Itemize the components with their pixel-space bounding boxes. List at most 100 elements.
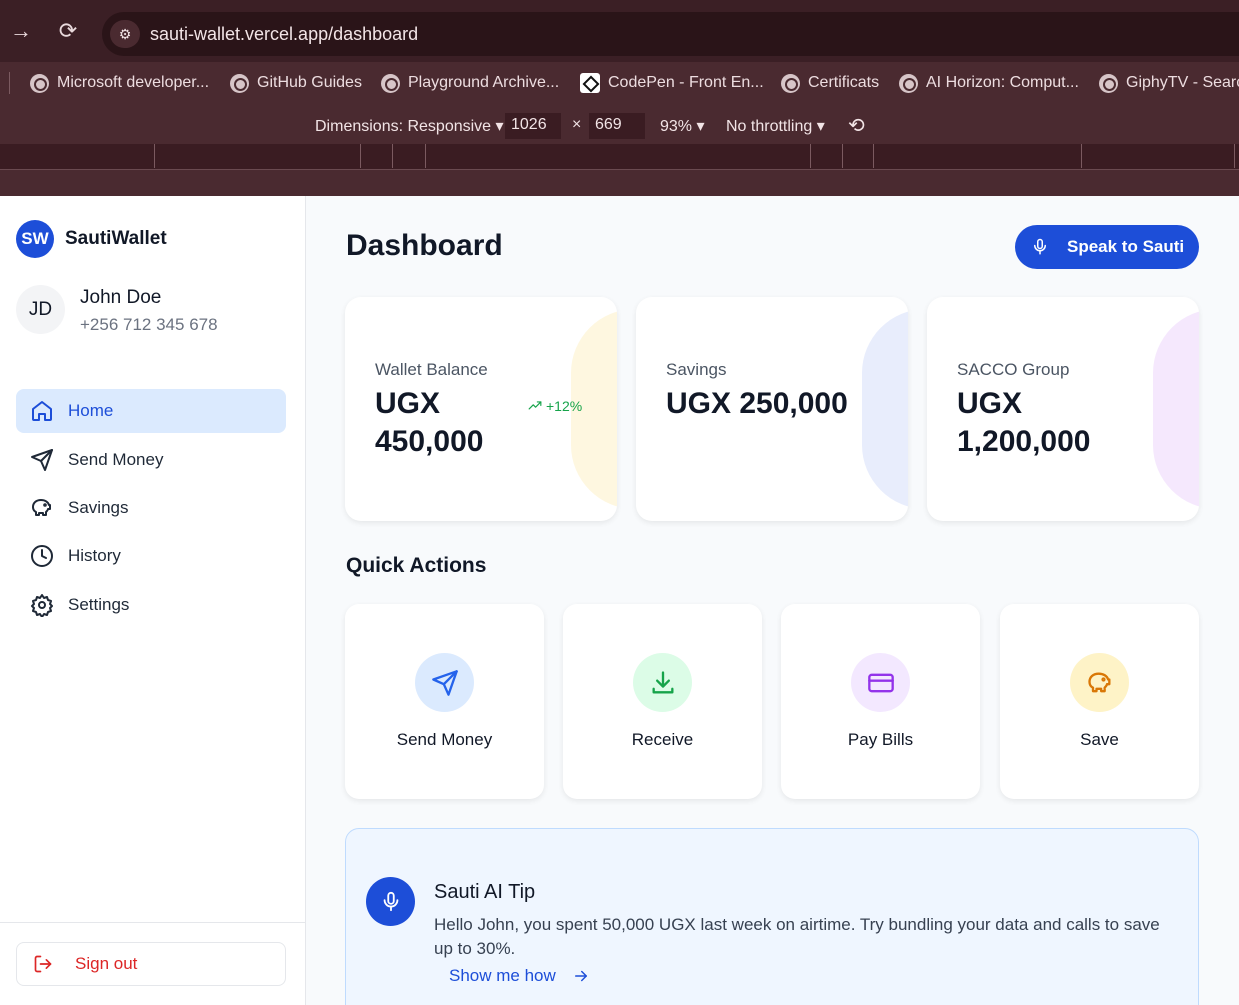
log-out-icon <box>34 955 52 973</box>
sidebar-item-label: History <box>68 546 121 565</box>
trend-badge: +12% <box>528 398 582 414</box>
savings-card[interactable]: Savings UGX 250,000 <box>636 297 908 521</box>
quick-action-send-money[interactable]: Send Money <box>345 604 544 799</box>
quick-action-receive[interactable]: Receive <box>563 604 762 799</box>
zoom-select[interactable]: 93% ▾ <box>660 116 705 136</box>
sidebar-item-history[interactable]: History <box>16 534 286 578</box>
card-decoration <box>1153 309 1199 509</box>
gear-icon <box>31 594 53 617</box>
bookmarks-bar: Microsoft developer... GitHub Guides Pla… <box>0 62 1239 104</box>
bookmark-item[interactable]: Certificats <box>781 72 879 94</box>
globe-icon <box>899 73 918 93</box>
globe-icon <box>30 73 49 93</box>
sidebar: SW SautiWallet JD John Doe +256 712 345 … <box>0 196 306 1005</box>
tip-text: Hello John, you spent 50,000 UGX last we… <box>434 915 1160 958</box>
quick-actions-title: Quick Actions <box>346 554 487 577</box>
globe-icon <box>1099 73 1118 93</box>
speak-to-sauti-button[interactable]: Speak to Sauti <box>1015 225 1199 269</box>
card-value: UGX 250,000 <box>666 387 848 420</box>
ruler-tick <box>873 144 874 168</box>
quick-action-label: Pay Bills <box>847 730 914 749</box>
arrow-right-icon <box>574 970 587 982</box>
sacco-group-card[interactable]: SACCO Group UGX 1,200,000 <box>927 297 1199 521</box>
card-value: UGX 450,000 <box>375 387 484 458</box>
brand-name: SautiWallet <box>65 228 167 249</box>
chevron-down-icon: ▾ <box>495 118 504 135</box>
forward-icon[interactable]: → <box>8 18 34 44</box>
throttling-select[interactable]: No throttling ▾ <box>726 116 825 136</box>
ai-tip-panel: Sauti AI Tip Hello John, you spent 50,00… <box>345 828 1199 1005</box>
browser-chrome: → ⟳ ⚙ sauti-wallet.vercel.app/dashboard … <box>0 0 1239 196</box>
address-bar-row: → ⟳ ⚙ sauti-wallet.vercel.app/dashboard <box>0 0 1239 62</box>
rotate-icon[interactable]: ⟲ <box>848 113 865 138</box>
quick-action-label: Receive <box>631 730 694 749</box>
quick-action-pay-bills[interactable]: Pay Bills <box>781 604 980 799</box>
sidebar-item-home[interactable]: Home <box>16 389 286 433</box>
address-bar[interactable]: ⚙ sauti-wallet.vercel.app/dashboard <box>102 12 1239 56</box>
sidebar-item-label: Settings <box>68 595 130 614</box>
sidebar-divider <box>0 922 305 923</box>
ruler-tick <box>1234 144 1235 168</box>
user-phone: +256 712 345 678 <box>80 315 218 334</box>
card-label: SACCO Group <box>957 360 1070 379</box>
ruler-tick <box>392 144 393 168</box>
bookmark-item[interactable]: Microsoft developer... <box>30 72 209 94</box>
tip-title: Sauti AI Tip <box>434 881 536 903</box>
bookmark-item[interactable]: GiphyTV - Searc <box>1099 72 1239 94</box>
globe-icon <box>781 73 800 93</box>
globe-icon <box>230 73 249 93</box>
app-logo[interactable]: SW <box>16 220 54 258</box>
piggy-bank-icon <box>1070 653 1129 712</box>
url-text[interactable]: sauti-wallet.vercel.app/dashboard <box>150 24 418 45</box>
chevron-down-icon: ▾ <box>816 118 825 135</box>
quick-action-save[interactable]: Save <box>1000 604 1199 799</box>
ruler-tick <box>1081 144 1082 168</box>
device-toolbar: Dimensions: Responsive ▾ 1026 × 669 93% … <box>0 104 1239 144</box>
bookmark-item[interactable]: CodePen - Front En... <box>580 72 764 94</box>
height-input[interactable]: 669 <box>589 113 645 139</box>
sidebar-item-send-money[interactable]: Send Money <box>16 438 286 482</box>
bookmark-item[interactable]: Playground Archive... <box>381 72 559 94</box>
media-query-ruler <box>0 144 1239 170</box>
credit-card-icon <box>851 653 910 712</box>
reload-icon[interactable]: ⟳ <box>55 18 81 44</box>
sidebar-item-label: Send Money <box>68 450 164 469</box>
sidebar-item-label: Savings <box>68 498 129 517</box>
download-icon <box>633 653 692 712</box>
ruler-tick <box>360 144 361 168</box>
ruler-tick <box>842 144 843 168</box>
show-me-how-link[interactable]: Show me how <box>449 966 590 986</box>
ruler-tick <box>154 144 155 168</box>
app-viewport: SW SautiWallet JD John Doe +256 712 345 … <box>0 196 1239 1005</box>
width-input[interactable]: 1026 <box>505 113 561 139</box>
sign-out-button[interactable]: Sign out <box>16 942 286 986</box>
codepen-icon <box>580 73 600 93</box>
sidebar-item-settings[interactable]: Settings <box>16 583 286 627</box>
site-settings-icon[interactable]: ⚙ <box>110 20 140 48</box>
user-name: John Doe <box>80 287 162 308</box>
avatar[interactable]: JD <box>16 285 65 334</box>
piggy-bank-icon <box>32 499 51 516</box>
send-icon <box>31 449 53 471</box>
wallet-balance-card[interactable]: Wallet Balance UGX 450,000 +12% <box>345 297 617 521</box>
card-value: UGX 1,200,000 <box>957 387 1091 458</box>
times-symbol: × <box>572 116 582 133</box>
globe-icon <box>381 73 400 93</box>
ruler-tick <box>425 144 426 168</box>
bookmarks-divider <box>9 72 10 94</box>
card-label: Savings <box>666 360 727 379</box>
send-icon <box>415 653 474 712</box>
sidebar-item-savings[interactable]: Savings <box>16 486 286 530</box>
dimensions-select[interactable]: Dimensions: Responsive ▾ <box>315 116 504 136</box>
microphone-icon <box>366 877 415 926</box>
main-content: Dashboard Speak to Sauti Wallet Balance … <box>306 196 1239 1005</box>
bookmark-item[interactable]: GitHub Guides <box>230 72 362 94</box>
clock-icon <box>31 545 53 567</box>
sidebar-item-label: Home <box>68 401 114 420</box>
quick-action-label: Send Money <box>396 730 493 749</box>
bookmark-item[interactable]: AI Horizon: Comput... <box>899 72 1079 94</box>
quick-action-label: Save <box>1080 730 1119 749</box>
card-label: Wallet Balance <box>375 360 488 379</box>
microphone-icon <box>1034 238 1046 255</box>
card-decoration <box>862 309 908 509</box>
